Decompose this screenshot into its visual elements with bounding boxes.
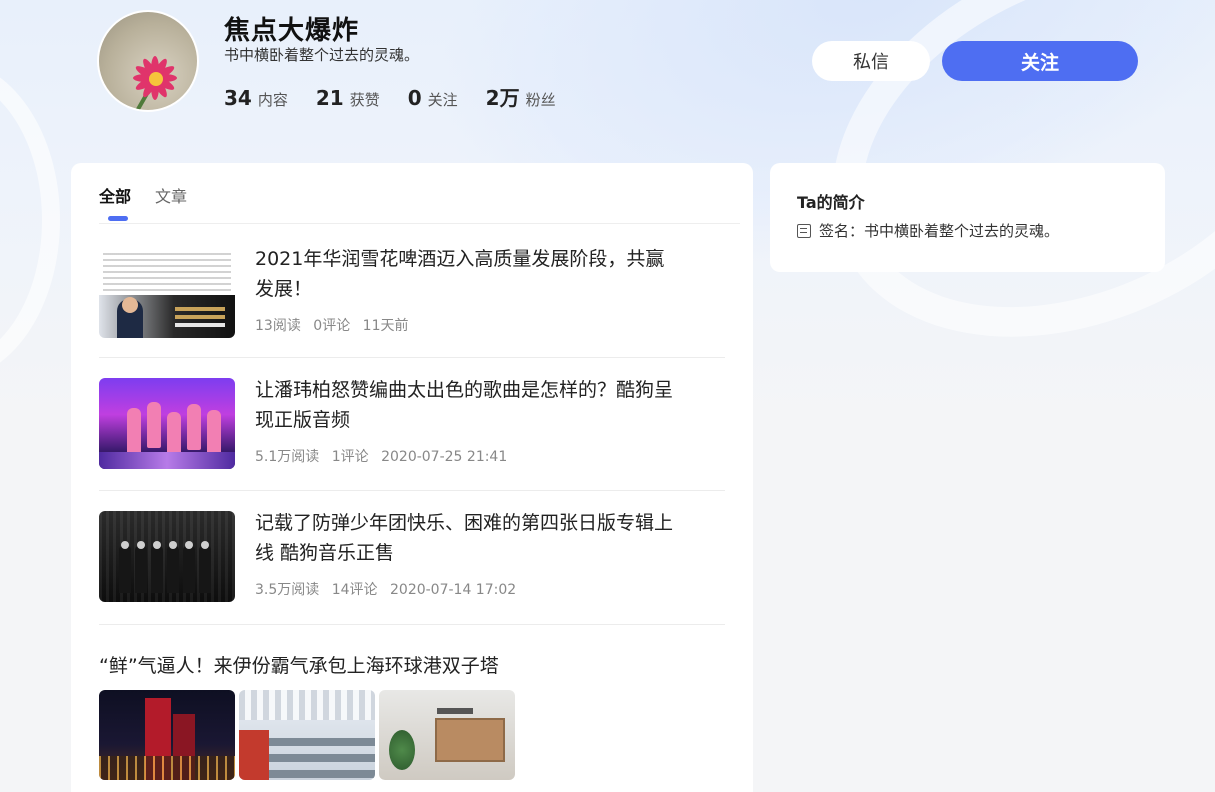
follow-button[interactable]: 关注 [942,41,1138,81]
article-comments: 0评论 [313,318,351,334]
article-title[interactable]: 2021年华润雪花啤酒迈入高质量发展阶段，共赢发展！ [255,244,675,304]
gallery-image[interactable] [99,690,235,780]
stat-content[interactable]: 34 内容 [224,86,288,110]
note-icon [797,223,811,238]
article-reads: 13阅读 [255,318,301,334]
stat-label: 关注 [427,91,458,109]
article-time: 2020-07-25 21:41 [381,449,508,465]
intro-signature-value: 书中横卧着整个过去的灵魂。 [864,222,1060,240]
article-time: 2020-07-14 17:02 [390,582,517,598]
article-reads: 5.1万阅读 [255,449,320,465]
intro-signature-label: 签名： [819,222,865,240]
article-meta: 3.5万阅读 14评论 2020-07-14 17:02 [255,579,524,599]
divider [99,223,740,224]
tab-label: 全部 [99,187,132,206]
divider [99,624,725,625]
article-title[interactable]: 让潘玮柏怒赞编曲太出色的歌曲是怎样的？酷狗呈现正版音频 [255,375,675,435]
article-thumbnail[interactable] [99,378,235,469]
message-button[interactable]: 私信 [812,41,930,81]
avatar[interactable] [97,10,199,112]
article-time: 11天前 [362,318,409,334]
feed-tabs: 全部 文章 [99,183,211,223]
tab-all[interactable]: 全部 [99,183,131,223]
profile-intro-card: Ta的简介 签名： 书中横卧着整个过去的灵魂。 [770,163,1165,272]
article-comments: 14评论 [331,582,378,598]
tab-active-indicator [108,216,128,221]
article-comments: 1评论 [331,449,369,465]
profile-signature: 书中横卧着整个过去的灵魂。 [224,46,420,64]
intro-signature-row: 签名： 书中横卧着整个过去的灵魂。 [797,220,1059,241]
article-title[interactable]: 记载了防弹少年团快乐、困难的第四张日版专辑上线 酷狗音乐正售 [255,508,675,568]
stat-label: 获赞 [349,91,380,109]
gallery-post-title[interactable]: “鲜”气逼人！来伊份霸气承包上海环球港双子塔 [99,651,499,678]
divider [99,490,725,491]
gallery-image[interactable] [239,690,375,780]
article-meta: 5.1万阅读 1评论 2020-07-25 21:41 [255,446,515,466]
article-reads: 3.5万阅读 [255,582,320,598]
stat-label: 粉丝 [525,91,556,109]
article-meta: 13阅读 0评论 11天前 [255,315,416,335]
content-feed: 全部 文章 2021年华润雪花啤酒迈入高质量发展阶段，共赢发展！ 13阅读 0评… [71,163,753,792]
article-thumbnail[interactable] [99,247,235,338]
stat-value: 0 [407,86,422,110]
stat-likes[interactable]: 21 获赞 [316,86,380,110]
profile-header: 焦点大爆炸 书中横卧着整个过去的灵魂。 34 内容 21 获赞 0 关注 2万 … [0,0,1215,150]
stat-label: 内容 [257,91,288,109]
gallery-image[interactable] [379,690,515,780]
stat-following[interactable]: 0 关注 [408,86,458,110]
article-thumbnail[interactable] [99,511,235,602]
stat-value: 2万 [485,86,520,110]
stat-followers[interactable]: 2万 粉丝 [486,82,556,111]
gallery-images [99,690,519,780]
tab-articles[interactable]: 文章 [155,183,187,223]
tab-label: 文章 [155,187,188,206]
stat-value: 21 [315,86,344,110]
profile-name: 焦点大爆炸 [224,16,360,46]
divider [99,357,725,358]
profile-stats: 34 内容 21 获赞 0 关注 2万 粉丝 [224,82,584,111]
stat-value: 34 [224,86,252,110]
intro-title: Ta的简介 [797,193,865,212]
